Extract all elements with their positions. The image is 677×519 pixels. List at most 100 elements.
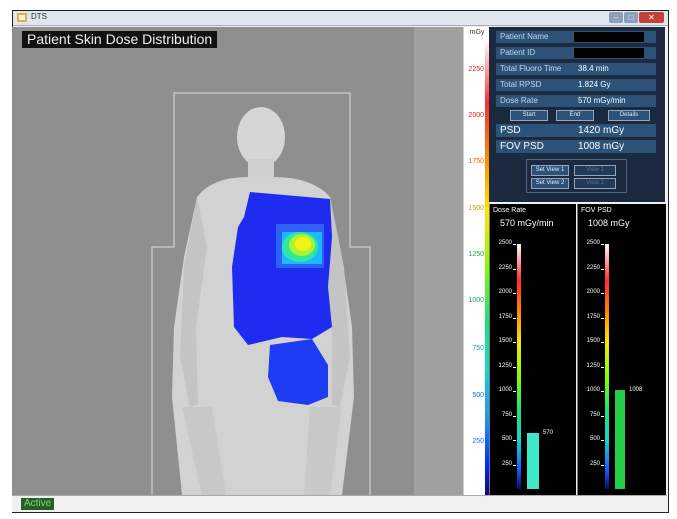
graph-tick-mark <box>513 440 516 441</box>
scale-unit: mGy <box>469 29 485 36</box>
fov-psd-axis <box>605 244 609 489</box>
close-button[interactable]: ✕ <box>639 12 664 23</box>
scale-tick: 750 <box>472 345 484 352</box>
dose-rate-graph-value: 570 mGy/min <box>500 218 554 228</box>
status-indicator: Active <box>21 498 55 510</box>
graph-tick-label: 2250 <box>498 264 512 271</box>
fov-psd-row: FOV PSD 1008 mGy <box>496 140 656 153</box>
app-icon <box>17 13 27 22</box>
graph-tick-mark <box>513 342 516 343</box>
graph-tick-mark <box>601 342 604 343</box>
graph-tick-mark <box>601 268 604 270</box>
fov-psd-label: FOV PSD <box>500 141 544 152</box>
set-view-1-button[interactable]: Set View 1 <box>531 165 569 176</box>
graph-tick-label: 2250 <box>586 264 600 271</box>
graph-tick-mark <box>601 440 604 441</box>
patient-body-model <box>12 27 463 495</box>
graph-tick-label: 750 <box>501 411 512 418</box>
scale-tick: 2250 <box>468 66 484 73</box>
fluoro-time-label: Total Fluoro Time <box>500 64 562 73</box>
skin-dose-3d-view[interactable] <box>12 27 463 495</box>
graph-tick-mark <box>513 391 516 392</box>
graph-tick-mark <box>601 391 604 392</box>
patient-id-field[interactable] <box>574 48 644 58</box>
graph-tick-mark <box>601 244 604 245</box>
patient-id-label: Patient ID <box>500 48 536 57</box>
dose-rate-bar <box>527 433 539 489</box>
rpsd-label: Total RPSD <box>500 80 542 89</box>
scale-tick: 1750 <box>468 158 484 165</box>
dose-color-scale: mGy 2250 2000 1750 1500 1250 1000 750 50… <box>463 27 490 495</box>
graph-tick-label: 2500 <box>498 240 512 246</box>
scale-tick: 1000 <box>468 297 484 304</box>
graph-tick-mark <box>513 415 516 417</box>
fluoro-time-row: Total Fluoro Time 38.4 min <box>496 63 656 75</box>
scale-tick: 500 <box>472 392 484 399</box>
scene-title: Patient Skin Dose Distribution <box>22 31 218 48</box>
title-bar: DTS – □ ✕ <box>13 11 668 26</box>
status-bar <box>12 495 667 512</box>
graph-tick-label: 750 <box>589 411 600 418</box>
dose-rate-row: Dose Rate 570 mGy/min <box>496 95 656 107</box>
view-1-button[interactable]: View 1 <box>574 165 616 176</box>
graph-tick-mark <box>513 244 516 245</box>
graph-tick-label: 1750 <box>498 313 512 320</box>
graph-tick-mark <box>513 293 516 294</box>
fov-psd-graph-label: FOV PSD <box>581 207 612 214</box>
graph-tick-mark <box>601 317 604 319</box>
graph-tick-label: 500 <box>501 436 512 442</box>
psd-label: PSD <box>500 125 521 136</box>
graph-tick-label: 2000 <box>498 289 512 295</box>
scale-tick: 1500 <box>468 205 484 212</box>
patient-name-row: Patient Name <box>496 31 656 43</box>
graph-tick-mark <box>601 415 604 417</box>
graph-tick-label: 1250 <box>498 362 512 369</box>
patient-name-field[interactable] <box>574 32 644 42</box>
graph-tick-mark <box>513 366 516 368</box>
end-button[interactable]: End <box>556 110 594 121</box>
rpsd-value: 1.824 Gy <box>578 80 611 89</box>
start-button[interactable]: Start <box>510 110 548 121</box>
psd-value: 1420 mGy <box>578 125 625 136</box>
graph-tick-label: 1000 <box>586 387 600 393</box>
graph-tick-mark <box>513 317 516 319</box>
graph-tick-label: 2000 <box>586 289 600 295</box>
rpsd-row: Total RPSD 1.824 Gy <box>496 79 656 91</box>
psd-row: PSD 1420 mGy <box>496 124 656 137</box>
graph-tick-mark <box>601 464 604 466</box>
patient-name-label: Patient Name <box>500 32 549 41</box>
scale-tick: 1250 <box>468 251 484 258</box>
graph-tick-label: 250 <box>589 460 600 467</box>
dose-rate-graph: Dose Rate 570 mGy/min 570 2500 2250 2000 17… <box>489 204 576 495</box>
dose-rate-label: Dose Rate <box>500 96 538 105</box>
dose-rate-bar-label: 570 <box>543 430 554 437</box>
maximize-button[interactable]: □ <box>624 12 638 23</box>
dose-rate-axis <box>517 244 521 489</box>
fluoro-time-value: 38.4 min <box>578 64 609 73</box>
window-title: DTS <box>31 12 47 21</box>
scale-tick: 250 <box>472 438 484 445</box>
fov-psd-value: 1008 mGy <box>578 141 625 152</box>
minimize-button[interactable]: – <box>609 12 623 23</box>
view-2-button[interactable]: View 2 <box>574 178 616 189</box>
graph-tick-label: 500 <box>589 436 600 442</box>
fov-psd-bar-label: 1008 <box>629 387 643 394</box>
dose-rate-graph-label: Dose Rate <box>493 207 527 214</box>
graph-tick-mark <box>513 268 516 270</box>
graph-tick-mark <box>513 464 516 466</box>
patient-id-row: Patient ID <box>496 47 656 59</box>
graph-tick-label: 1000 <box>498 387 512 393</box>
graph-tick-label: 1500 <box>498 338 512 344</box>
graph-tick-label: 1500 <box>586 338 600 344</box>
graph-tick-label: 1250 <box>586 362 600 369</box>
scale-tick: 2000 <box>468 112 484 119</box>
graph-tick-label: 2500 <box>586 240 600 246</box>
fov-psd-graph: FOV PSD 1008 mGy 1008 2500 2250 2000 1750 15… <box>577 204 666 495</box>
set-view-2-button[interactable]: Set View 2 <box>531 178 569 189</box>
graph-tick-label: 1750 <box>586 313 600 320</box>
graph-tick-mark <box>601 366 604 368</box>
fov-psd-bar <box>615 390 625 489</box>
graph-tick-label: 250 <box>501 460 512 467</box>
details-button[interactable]: Details <box>608 110 650 121</box>
dose-rate-value: 570 mGy/min <box>578 96 626 105</box>
